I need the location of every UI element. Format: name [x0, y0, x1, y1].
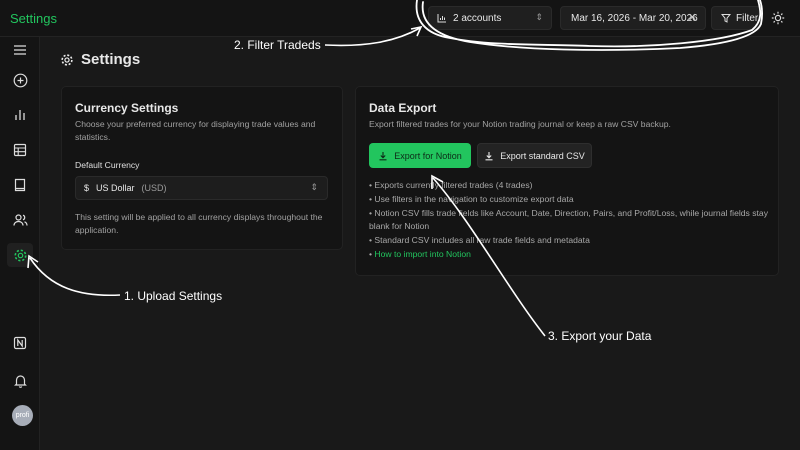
annotation-export: 3. Export your Data — [548, 329, 652, 343]
annotation-overlay — [27, 0, 763, 337]
filter-arrow — [324, 27, 421, 47]
upload-arrow — [29, 257, 121, 297]
annotation-upload: 1. Upload Settings — [124, 289, 223, 303]
filter-highlight-scribble — [415, 0, 763, 51]
export-arrow — [432, 177, 546, 337]
annotation-filter: 2. Filter Tradeds — [234, 38, 321, 52]
